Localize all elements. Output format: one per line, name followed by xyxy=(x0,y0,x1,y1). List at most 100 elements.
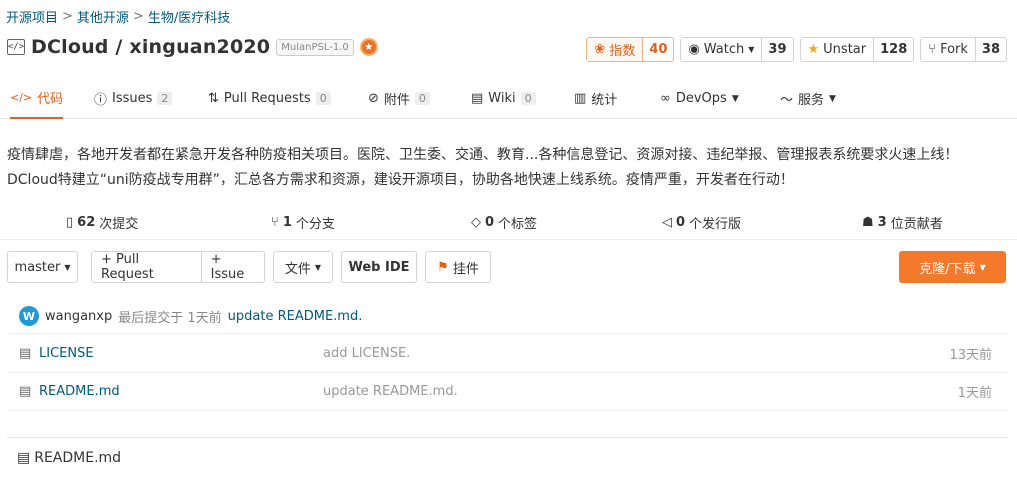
tab-statistics[interactable]: ▥ 统计 xyxy=(574,79,617,119)
watch-count[interactable]: 39 xyxy=(761,38,792,61)
file-name[interactable]: README.md xyxy=(39,384,120,399)
chevron-down-icon: ▼ xyxy=(314,262,322,272)
file-commit-time: 1天前 xyxy=(957,386,992,401)
stat-tags-num: 0 xyxy=(485,215,495,230)
stat-branches-num: 1 xyxy=(282,215,292,230)
readme-title: README.md xyxy=(34,449,122,466)
index-icon: ❀ xyxy=(594,42,606,57)
latest-commit: W wanganxp 最后提交于 1天前 update README.md. xyxy=(7,299,1007,334)
breadcrumb-open-source[interactable]: 开源项目 xyxy=(6,7,58,26)
tab-wiki[interactable]: ▤ Wiki 0 xyxy=(471,79,536,119)
commit-message[interactable]: update README.md. xyxy=(228,309,363,324)
tab-devops[interactable]: ∞ DevOps ▼ xyxy=(660,79,739,119)
stat-releases-label: 个发行版 xyxy=(689,217,742,232)
bookmark-button[interactable]: ⚑ 挂件 xyxy=(425,251,491,283)
file-list: ▤ LICENSE add LICENSE. 13天前 ▤ README.md … xyxy=(7,335,1007,411)
repo-actions: ❀ 指数 40 ◉ Watch ▼ 39 ★ Unstar 128 ⑂ Fork 38 xyxy=(586,37,1007,62)
issue-icon: ⓘ xyxy=(94,93,108,108)
fork-count[interactable]: 38 xyxy=(974,38,1006,61)
breadcrumb: 开源项目 > 其他开源 > 生物/医疗科技 xyxy=(6,7,230,26)
tab-issues-count: 2 xyxy=(157,92,173,105)
tab-pull-requests-label: Pull Requests xyxy=(223,91,311,106)
stat-releases-num: 0 xyxy=(676,215,686,230)
tab-attachments[interactable]: ⊘ 附件 0 xyxy=(368,79,430,119)
file-icon: ▤ xyxy=(19,384,32,399)
commit-author[interactable]: wanganxp xyxy=(45,309,112,324)
tab-services[interactable]: 〜 服务 ▼ xyxy=(780,79,836,119)
pull-request-icon: ⇅ xyxy=(208,91,219,106)
table-row: ▤ README.md update README.md. 1天前 xyxy=(7,373,1007,411)
file-name[interactable]: LICENSE xyxy=(39,346,94,361)
breadcrumb-other-open-source[interactable]: 其他开源 xyxy=(77,7,129,26)
stat-tags-label: 个标签 xyxy=(498,217,538,232)
fork-label: Fork xyxy=(940,42,968,57)
attachment-icon: ⊘ xyxy=(368,91,379,106)
clone-download-label: 克隆/下载 xyxy=(919,261,976,277)
files-dropdown-label: 文件 xyxy=(284,261,311,277)
chevron-down-icon: ▼ xyxy=(748,45,755,54)
breadcrumb-separator: > xyxy=(62,9,73,24)
stat-branches-label: 个分支 xyxy=(295,217,335,232)
stat-commits[interactable]: ▯ 62 次提交 xyxy=(66,213,138,232)
tab-attachments-label: 附件 xyxy=(383,93,410,108)
chevron-down-icon: ▼ xyxy=(731,93,739,104)
breadcrumb-separator: > xyxy=(132,9,144,24)
unstar-button[interactable]: ★ Unstar 128 xyxy=(799,37,915,62)
code-icon: </> xyxy=(10,91,33,104)
release-icon: ◁ xyxy=(662,215,672,230)
tab-issues[interactable]: ⓘ Issues 2 xyxy=(94,79,173,119)
avatar[interactable]: W xyxy=(19,306,39,326)
contributor-icon: ☗ xyxy=(862,215,874,230)
watch-label: Watch xyxy=(703,42,745,57)
chevron-down-icon: ▼ xyxy=(64,262,71,272)
file-commit-message[interactable]: update README.md. xyxy=(323,384,458,399)
stat-commits-num: 62 xyxy=(77,215,96,230)
index-label: 指数 xyxy=(609,44,636,59)
star-count[interactable]: 128 xyxy=(873,38,913,61)
repo-name[interactable]: DCloud / xinguan2020 xyxy=(31,36,270,58)
stat-contributors[interactable]: ☗ 3 位贡献者 xyxy=(862,213,943,232)
stat-contributors-num: 3 xyxy=(877,215,887,230)
tab-devops-label: DevOps xyxy=(675,91,727,106)
tab-issues-label: Issues xyxy=(112,91,153,106)
repo-title-row: </> DCloud / xinguan2020 MulanPSL-1.0 ★ xyxy=(7,36,378,58)
file-icon: ▤ xyxy=(19,346,32,361)
new-pull-request-button[interactable]: + Pull Request xyxy=(92,252,197,282)
table-row: ▤ LICENSE add LICENSE. 13天前 xyxy=(7,335,1007,373)
tab-code[interactable]: </> 代码 xyxy=(10,79,64,119)
tab-wiki-count: 0 xyxy=(520,92,536,105)
repo-stats: ▯ 62 次提交 ⑂ 1 个分支 ◇ 0 个标签 ◁ 0 个发行版 ☗ 3 位贡… xyxy=(0,204,1017,240)
stat-contributors-label: 位贡献者 xyxy=(890,217,943,232)
watch-button[interactable]: ◉ Watch ▼ 39 xyxy=(680,37,794,62)
branch-select[interactable]: master ▼ xyxy=(7,251,78,283)
service-icon: 〜 xyxy=(780,93,794,108)
index-button[interactable]: ❀ 指数 40 xyxy=(586,37,675,62)
stat-commits-label: 次提交 xyxy=(99,217,139,232)
web-ide-button[interactable]: Web IDE xyxy=(341,251,417,283)
files-dropdown[interactable]: 文件 ▼ xyxy=(273,251,333,283)
fork-button[interactable]: ⑂ Fork 38 xyxy=(920,37,1007,62)
chevron-down-icon: ▼ xyxy=(979,262,986,272)
tab-attachments-count: 0 xyxy=(414,92,430,105)
file-commit-message[interactable]: add LICENSE. xyxy=(323,346,410,361)
branch-select-label: master xyxy=(14,259,61,275)
index-count[interactable]: 40 xyxy=(642,38,673,61)
tab-statistics-label: 统计 xyxy=(591,93,618,108)
bookmark-icon: ⚑ xyxy=(437,259,449,275)
repo-description: 疫情肆虐，各地开发者都在紧急开发各种防疫相关项目。医院、卫生委、交通、教育...… xyxy=(7,147,959,188)
stat-branches[interactable]: ⑂ 1 个分支 xyxy=(271,213,335,232)
tab-pull-requests[interactable]: ⇅ Pull Requests 0 xyxy=(208,79,331,119)
stat-releases[interactable]: ◁ 0 个发行版 xyxy=(662,213,741,232)
breadcrumb-bio-medical[interactable]: 生物/医疗科技 xyxy=(148,7,230,26)
file-commit-time: 13天前 xyxy=(949,348,992,363)
branch-icon: ⑂ xyxy=(271,215,279,230)
new-issue-button[interactable]: + Issue xyxy=(200,252,264,282)
license-badge[interactable]: MulanPSL-1.0 xyxy=(276,38,354,56)
stat-tags[interactable]: ◇ 0 个标签 xyxy=(471,213,537,232)
chart-icon: ▥ xyxy=(574,91,587,106)
tab-wiki-label: Wiki xyxy=(488,91,516,106)
bookmark-label: 挂件 xyxy=(452,261,479,277)
commit-meta: 最后提交于 1天前 xyxy=(118,310,222,326)
chevron-down-icon: ▼ xyxy=(829,93,836,104)
clone-download-button[interactable]: 克隆/下载 ▼ xyxy=(899,251,1006,283)
